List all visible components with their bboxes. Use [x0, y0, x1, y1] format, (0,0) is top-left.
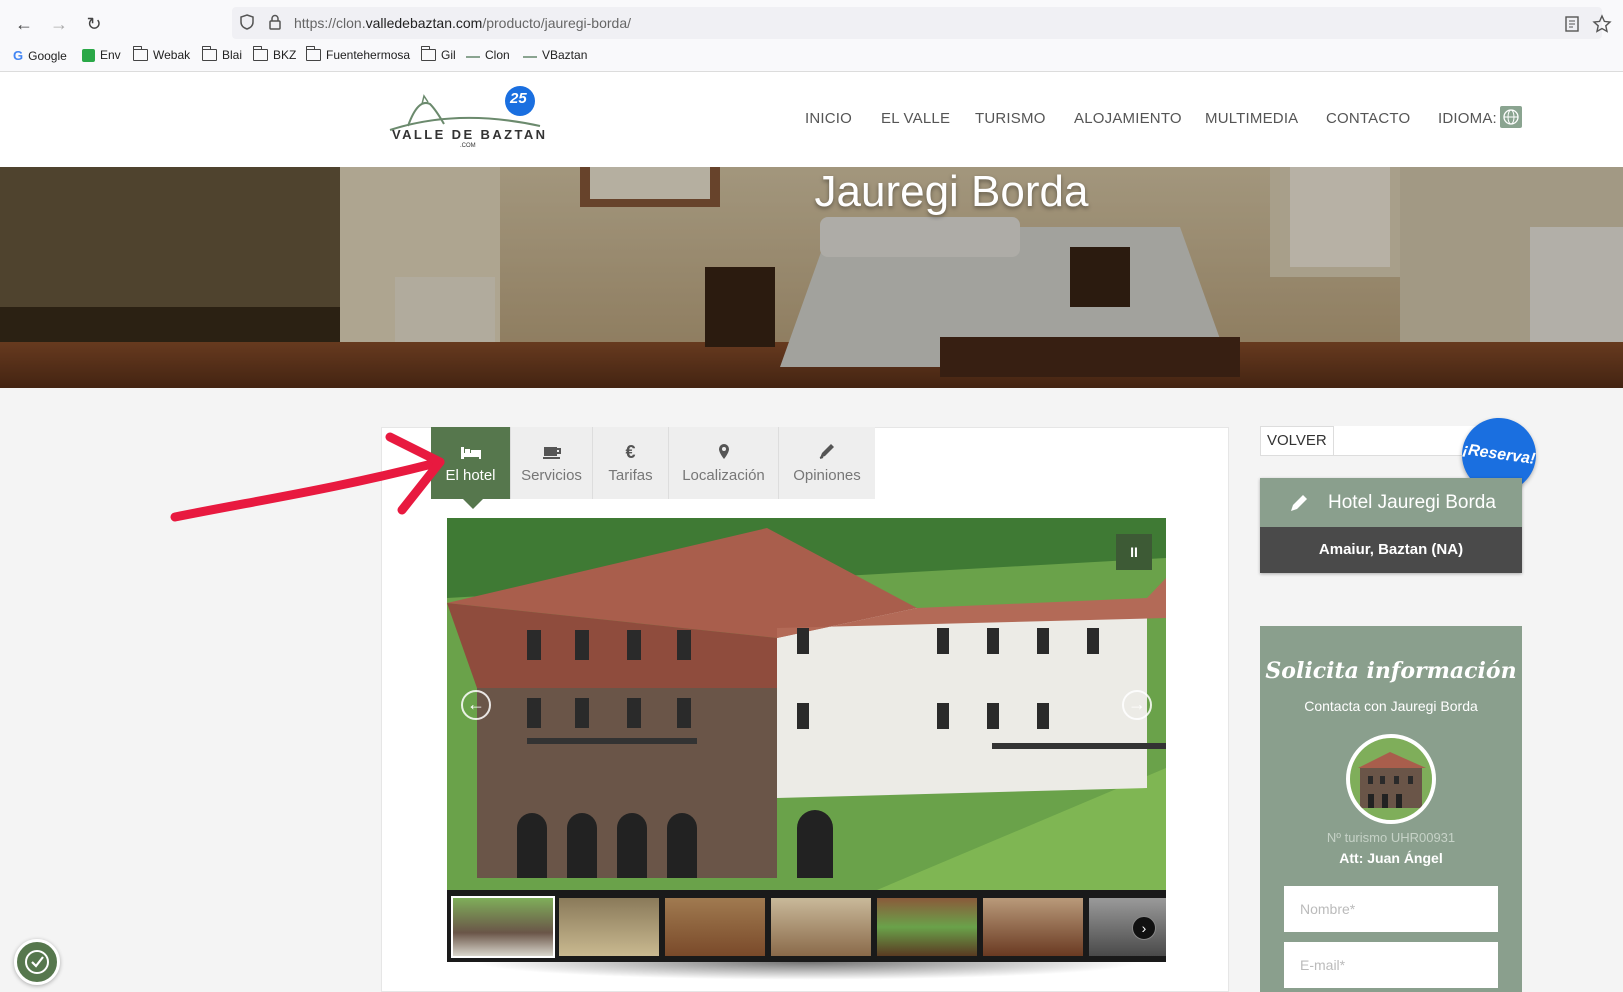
- nav-el-valle[interactable]: EL VALLE: [881, 110, 950, 127]
- hotel-card-header: Hotel Jauregi Borda: [1260, 478, 1522, 527]
- bookmark-label: BKZ: [273, 48, 297, 62]
- nav-alojamiento[interactable]: ALOJAMIENTO: [1074, 110, 1182, 127]
- tab-label: Servicios: [521, 467, 582, 484]
- env-icon: [82, 48, 95, 62]
- email-field[interactable]: [1284, 942, 1498, 988]
- bookmark-label: Fuentehermosa: [326, 48, 411, 62]
- folder-icon: [201, 46, 217, 61]
- cookie-check-icon: [25, 950, 49, 974]
- page-title: Jauregi Borda: [814, 167, 1089, 216]
- bookmark-clon[interactable]: Clon: [466, 48, 510, 62]
- bookmark-vbaztan[interactable]: VBaztan: [523, 48, 587, 62]
- bed-icon: [460, 447, 481, 459]
- bookmark-label: Clon: [485, 48, 510, 62]
- reader-view-icon[interactable]: [1562, 14, 1582, 34]
- site-icon: [523, 52, 537, 58]
- nav-turismo[interactable]: TURISMO: [975, 110, 1046, 127]
- bookmark-webak[interactable]: Webak: [132, 46, 191, 62]
- bookmark-fuentehermosa[interactable]: Fuentehermosa: [305, 46, 411, 62]
- hotel-tabs: El hotel Servicios € Tarifas Localizació…: [431, 427, 875, 509]
- tab-opiniones[interactable]: Opiniones: [779, 427, 875, 499]
- prev-arrow-icon[interactable]: ←: [461, 690, 491, 720]
- url-text[interactable]: https://clon.valledebaztan.com/producto/…: [294, 15, 631, 31]
- google-icon: G: [13, 48, 24, 63]
- globe-icon[interactable]: [1500, 106, 1522, 128]
- thumbnail[interactable]: [983, 898, 1083, 956]
- map-marker-icon: [718, 444, 729, 459]
- hotel-location: Amaiur, Baztan (NA): [1260, 527, 1522, 573]
- logo-badge: 25: [510, 90, 527, 107]
- folder-icon: [252, 46, 268, 61]
- thumbnail-strip: ›: [447, 890, 1166, 962]
- tab-label: El hotel: [445, 467, 496, 484]
- back-icon[interactable]: ←: [12, 12, 36, 36]
- nav-contacto[interactable]: CONTACTO: [1326, 110, 1410, 127]
- info-subtitle: Contacta con Jauregi Borda: [1304, 698, 1478, 714]
- thumbnail[interactable]: [877, 898, 977, 956]
- bookmark-label: VBaztan: [542, 48, 588, 62]
- bookmark-google[interactable]: G Google: [13, 48, 67, 63]
- bookmark-blai[interactable]: Blai: [201, 46, 243, 62]
- tab-label: Tarifas: [608, 467, 653, 484]
- site-header: 25 VALLE DE BAZTAN .COM INICIO EL VALLE …: [0, 72, 1623, 167]
- bookmark-label: Google: [28, 48, 67, 63]
- site-icon: [466, 52, 480, 58]
- next-arrow-icon[interactable]: →: [1122, 690, 1152, 720]
- cookie-settings-button[interactable]: [14, 939, 60, 985]
- main-nav: INICIO EL VALLE TURISMO ALOJAMIENTO MULT…: [0, 106, 1623, 134]
- info-request-card: Solicita información Contacta con Jaureg…: [1260, 626, 1522, 992]
- tab-localizacion[interactable]: Localización: [669, 427, 779, 499]
- logo-sub: .COM: [460, 143, 476, 149]
- hotel-avatar: [1346, 734, 1436, 824]
- bookmark-bkz[interactable]: BKZ: [252, 46, 297, 62]
- browser-toolbar: ← → ↻ https://clon.valledebaztan.com/pro…: [0, 0, 1623, 72]
- volver-button[interactable]: VOLVER: [1260, 426, 1334, 456]
- bookmark-label: Gil: [441, 48, 456, 62]
- shield-icon[interactable]: [238, 13, 256, 31]
- turismo-number: Nº turismo UHR00931: [1326, 830, 1456, 845]
- folder-icon: [420, 46, 436, 61]
- thumbnail[interactable]: [451, 896, 555, 958]
- hotel-name: Hotel Jauregi Borda: [1328, 492, 1496, 513]
- pause-button[interactable]: II: [1116, 534, 1152, 570]
- folder-icon: [132, 46, 148, 61]
- reload-icon[interactable]: ↻: [82, 12, 106, 36]
- bookmark-label: Webak: [153, 48, 191, 62]
- coffee-icon: [542, 447, 561, 459]
- bookmark-gil[interactable]: Gil: [420, 46, 456, 62]
- bookmark-label: Env: [100, 48, 121, 62]
- photo-slider: II ← → ›: [447, 518, 1166, 962]
- tab-servicios[interactable]: Servicios: [511, 427, 593, 499]
- euro-icon: €: [625, 442, 636, 462]
- nav-inicio[interactable]: INICIO: [805, 110, 852, 127]
- hotel-photo: [447, 518, 1166, 890]
- bookmark-label: Blai: [222, 48, 243, 62]
- thumbnail-next-icon[interactable]: ›: [1132, 916, 1156, 940]
- tab-tarifas[interactable]: € Tarifas: [593, 427, 669, 499]
- contact-person: Att: Juan Ángel: [1339, 850, 1443, 866]
- thumbnail[interactable]: [771, 898, 871, 956]
- nav-idioma[interactable]: IDIOMA:: [1438, 110, 1497, 127]
- tab-el-hotel[interactable]: El hotel: [431, 427, 511, 509]
- pencil-icon: [819, 444, 834, 459]
- tab-label: Opiniones: [793, 467, 861, 484]
- info-title: Solicita información: [1265, 658, 1517, 684]
- hero-banner: Jauregi Borda: [0, 167, 1623, 388]
- bookmark-star-icon[interactable]: [1592, 14, 1612, 34]
- tab-label: Localización: [682, 467, 765, 484]
- slider-shadow: [472, 962, 1142, 980]
- folder-icon: [305, 46, 321, 61]
- lock-icon[interactable]: [266, 13, 284, 31]
- bookmarks-bar: G Google Env Webak Blai BKZ Fuentehermos…: [0, 46, 1623, 70]
- hotel-card: Hotel Jauregi Borda Amaiur, Baztan (NA): [1260, 478, 1522, 573]
- bookmark-env[interactable]: Env: [82, 48, 121, 62]
- thumbnail[interactable]: [559, 898, 659, 956]
- nav-multimedia[interactable]: MULTIMEDIA: [1205, 110, 1298, 127]
- address-bar[interactable]: https://clon.valledebaztan.com/producto/…: [232, 7, 1602, 39]
- thumbnail[interactable]: [665, 898, 765, 956]
- forward-icon[interactable]: →: [47, 12, 71, 36]
- pencil-icon: [1291, 495, 1307, 511]
- name-field[interactable]: [1284, 886, 1498, 932]
